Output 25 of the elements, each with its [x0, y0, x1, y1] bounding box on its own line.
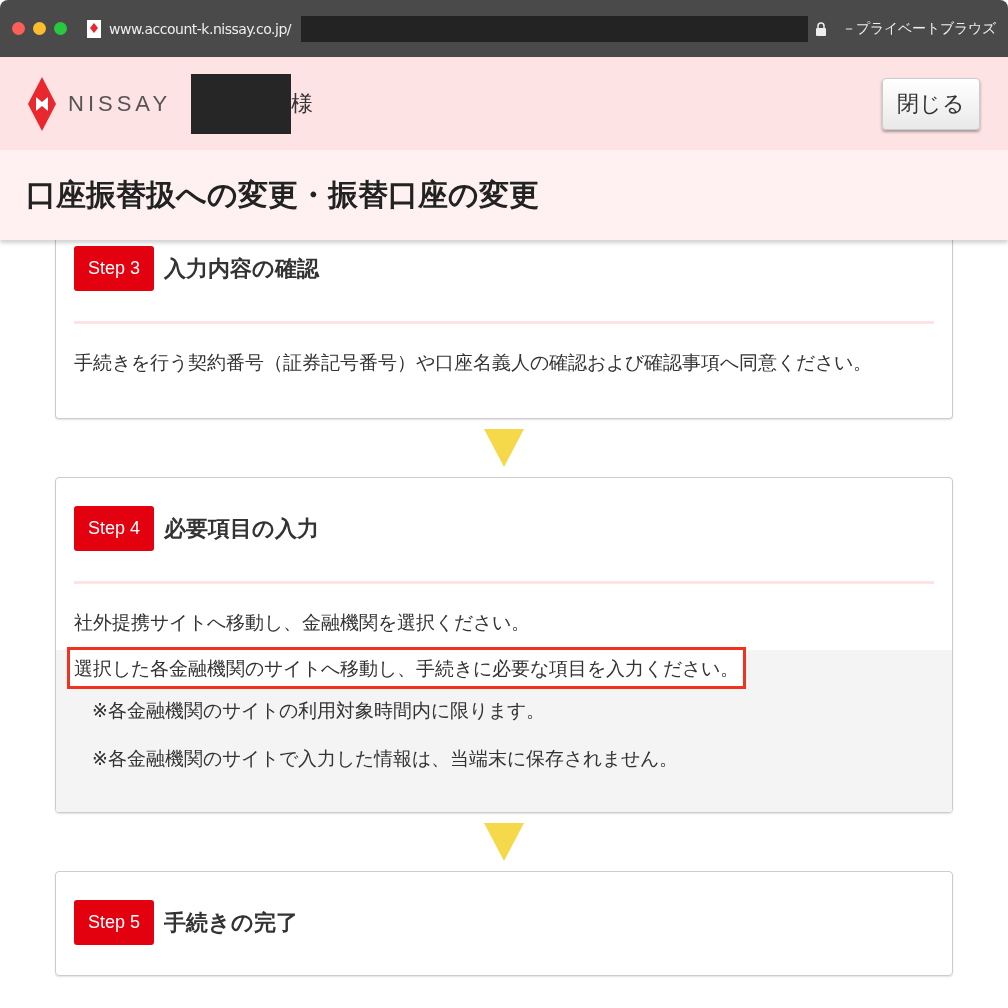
honorific-text: 様 [291, 89, 314, 118]
address-bar-url[interactable]: www.account-k.nissay.co.jp/ [109, 20, 292, 37]
step-text: 社外提携サイトへ移動し、金融機関を選択ください。 [74, 610, 531, 635]
close-button[interactable]: 閉じる [882, 77, 980, 130]
step-heading: 入力内容の確認 [164, 254, 320, 283]
note-text: ※各金融機関のサイトで入力した情報は、当端末に保存されません。 [91, 746, 679, 771]
step-text: 手続きを行う契約番号（証券記号番号）や口座名義人の確認および確認事項へ同意ください。 [74, 350, 873, 375]
step-text: 選択した各金融機関のサイトへ移動し、手続きに必要な項目を入力ください。 [70, 650, 743, 686]
site-icon [87, 19, 101, 38]
logo-text: NISSAY [68, 90, 172, 117]
lock-icon [816, 21, 826, 36]
step-badge: Step 5 [74, 900, 155, 945]
private-browsing-label: －プライベートブラウズ [842, 19, 996, 38]
logo-icon [28, 76, 56, 131]
down-arrow-icon [484, 429, 524, 467]
zoom-window-icon[interactable] [54, 22, 67, 35]
step-heading: 必要項目の入力 [164, 514, 320, 543]
note-text: ※各金融機関のサイトの利用対象時間内に限ります。 [91, 698, 546, 723]
minimize-window-icon[interactable] [33, 22, 46, 35]
close-window-icon[interactable] [12, 22, 25, 35]
step-heading: 手続きの完了 [164, 908, 299, 937]
page-title: 口座振替扱への変更・振替口座の変更 [26, 175, 539, 214]
step-badge: Step 3 [74, 246, 155, 291]
step-badge: Step 4 [74, 506, 155, 551]
down-arrow-icon [484, 823, 524, 861]
